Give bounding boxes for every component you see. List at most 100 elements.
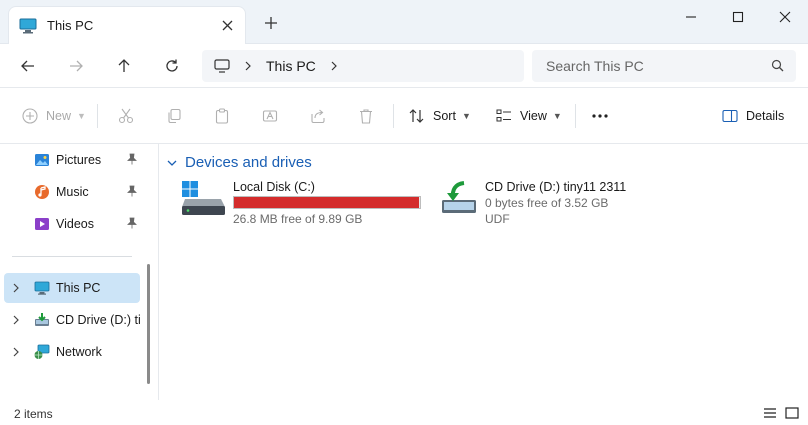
copy-icon bbox=[168, 108, 181, 124]
sidebar-divider bbox=[12, 256, 132, 257]
refresh-icon bbox=[166, 59, 178, 72]
music-icon bbox=[35, 185, 49, 199]
sidebar-item-cd-drive[interactable]: CD Drive (D:) tiny11 2311 bbox=[4, 305, 140, 335]
search-input[interactable]: Search This PC bbox=[532, 50, 796, 82]
drive-local-disk[interactable]: Local Disk (C:) 26.8 MB free of 9.89 GB bbox=[181, 180, 431, 232]
arrow-left-icon bbox=[21, 60, 34, 72]
chevron-down-icon: ▼ bbox=[77, 111, 86, 121]
sort-label: Sort bbox=[433, 109, 456, 123]
windows-drive-icon bbox=[182, 181, 225, 215]
chevron-down-icon: ▼ bbox=[552, 111, 562, 121]
chevron-right-icon bbox=[244, 59, 252, 74]
tab-this-pc[interactable]: This PC bbox=[8, 6, 246, 44]
chevron-right-icon[interactable] bbox=[12, 314, 20, 326]
cut-button[interactable] bbox=[118, 106, 134, 126]
more-icon bbox=[592, 114, 608, 118]
new-tab-button[interactable] bbox=[262, 15, 280, 33]
chevron-right-icon[interactable] bbox=[330, 59, 338, 74]
drive-free-space: 26.8 MB free of 9.89 GB bbox=[233, 212, 363, 226]
maximize-button[interactable] bbox=[715, 6, 761, 28]
arrow-up-icon bbox=[118, 59, 130, 72]
view-label: View bbox=[520, 109, 547, 123]
view-button[interactable]: View ▼ bbox=[496, 106, 562, 126]
pin-icon[interactable] bbox=[126, 185, 138, 197]
more-options-button[interactable] bbox=[591, 106, 609, 126]
usage-bar-fill bbox=[234, 197, 420, 208]
status-bar: 2 items bbox=[0, 400, 808, 425]
plus-icon bbox=[265, 17, 277, 29]
drive-cd[interactable]: CD Drive (D:) tiny11 2311 0 bytes free o… bbox=[441, 180, 651, 232]
sort-icon bbox=[409, 109, 424, 123]
chevron-down-icon: ▼ bbox=[461, 111, 471, 121]
sidebar-item-music[interactable]: Music bbox=[4, 177, 140, 207]
paste-button[interactable] bbox=[214, 106, 230, 126]
drive-file-system: UDF bbox=[485, 212, 510, 226]
drive-name: CD Drive (D:) tiny11 2311 bbox=[485, 180, 627, 194]
drive-details: CD Drive (D:) tiny11 2311 0 bytes free o… bbox=[485, 180, 655, 232]
close-window-button[interactable] bbox=[762, 6, 808, 28]
address-bar[interactable]: This PC bbox=[202, 50, 524, 82]
rename-icon bbox=[262, 110, 278, 122]
rename-button[interactable] bbox=[262, 106, 278, 126]
chevron-right-icon[interactable] bbox=[12, 282, 20, 294]
chevron-right-icon[interactable] bbox=[12, 346, 20, 358]
details-label: Details bbox=[746, 109, 785, 123]
up-button[interactable] bbox=[112, 54, 136, 78]
navigation-bar: This PC Search This PC bbox=[0, 44, 808, 88]
minimize-icon bbox=[686, 16, 696, 18]
sidebar-scrollbar[interactable] bbox=[147, 264, 150, 384]
file-list: Devices and drives Local Disk (C:) 26.8 … bbox=[158, 144, 808, 400]
large-icons-view-icon[interactable] bbox=[784, 405, 800, 421]
group-title: Devices and drives bbox=[185, 154, 312, 171]
scissors-icon bbox=[118, 108, 134, 124]
refresh-button[interactable] bbox=[160, 54, 184, 78]
tab-title: This PC bbox=[47, 18, 94, 33]
details-pane-icon bbox=[722, 109, 738, 123]
trash-icon bbox=[360, 109, 372, 124]
drive-name: Local Disk (C:) bbox=[233, 180, 315, 194]
forward-button[interactable] bbox=[64, 54, 88, 78]
maximize-icon bbox=[732, 11, 744, 23]
minimize-button[interactable] bbox=[668, 6, 714, 28]
title-bar: This PC bbox=[0, 0, 808, 44]
divider bbox=[97, 104, 98, 128]
item-count: 2 items bbox=[14, 407, 53, 421]
chevron-down-icon bbox=[167, 160, 177, 166]
sidebar-item-label: This PC bbox=[56, 281, 101, 295]
sidebar-item-videos[interactable]: Videos bbox=[4, 209, 140, 239]
close-icon bbox=[222, 20, 232, 30]
back-button[interactable] bbox=[16, 54, 40, 78]
paste-icon bbox=[215, 108, 229, 124]
monitor-icon bbox=[214, 59, 230, 73]
sidebar-item-network[interactable]: Network bbox=[4, 337, 140, 367]
pin-icon[interactable] bbox=[126, 217, 138, 229]
divider bbox=[393, 104, 394, 128]
arrow-right-icon bbox=[70, 60, 83, 72]
pictures-icon bbox=[35, 154, 49, 166]
copy-button[interactable] bbox=[166, 106, 182, 126]
share-button[interactable] bbox=[310, 106, 326, 126]
breadcrumb-this-pc[interactable]: This PC bbox=[266, 58, 316, 74]
network-icon bbox=[34, 344, 50, 359]
videos-icon bbox=[35, 218, 49, 230]
new-label: New bbox=[46, 109, 72, 123]
search-icon bbox=[771, 59, 784, 72]
new-button[interactable]: New ▼ bbox=[22, 106, 86, 126]
monitor-icon bbox=[19, 18, 37, 33]
cd-drive-icon bbox=[35, 313, 49, 326]
tab-close-button[interactable] bbox=[219, 17, 235, 33]
details-button[interactable]: Details bbox=[722, 106, 784, 126]
sidebar-item-pictures[interactable]: Pictures bbox=[4, 145, 140, 175]
drive-free-space: 0 bytes free of 3.52 GB bbox=[485, 196, 609, 210]
cd-drive-icon bbox=[442, 181, 476, 213]
divider bbox=[575, 104, 576, 128]
pin-icon[interactable] bbox=[126, 153, 138, 165]
sidebar-item-this-pc[interactable]: This PC bbox=[4, 273, 140, 303]
group-header-devices[interactable]: Devices and drives bbox=[167, 154, 312, 171]
search-placeholder: Search This PC bbox=[546, 58, 644, 74]
details-view-icon[interactable] bbox=[762, 405, 778, 421]
monitor-icon bbox=[34, 281, 50, 295]
drive-details: Local Disk (C:) 26.8 MB free of 9.89 GB bbox=[233, 180, 433, 232]
delete-button[interactable] bbox=[358, 106, 374, 126]
sort-button[interactable]: Sort ▼ bbox=[409, 106, 471, 126]
